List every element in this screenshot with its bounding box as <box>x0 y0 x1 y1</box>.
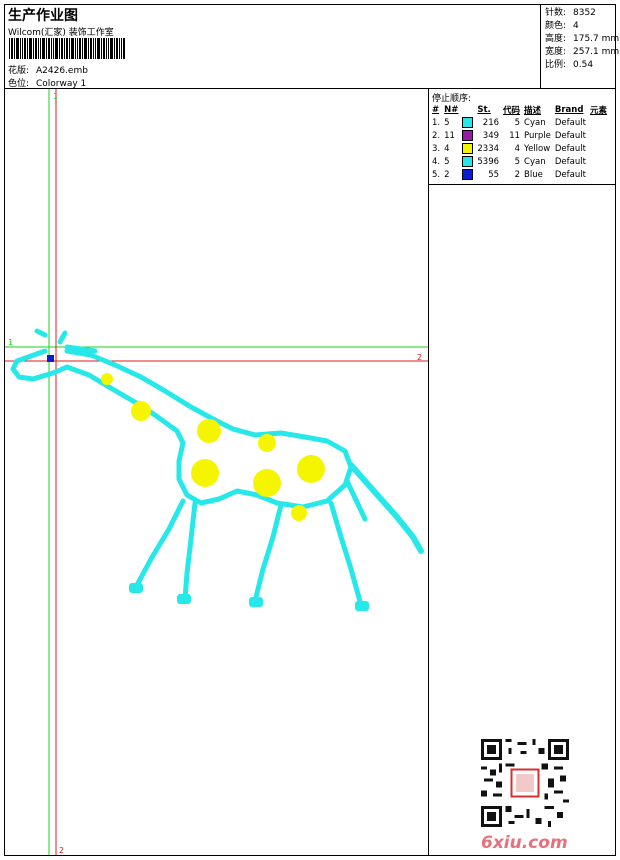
thread-brand: Default <box>554 169 586 180</box>
design-file-value: A2426.emb <box>36 66 88 76</box>
guide-label-v2: 2 <box>59 846 64 855</box>
needle-number: 4 <box>444 143 450 154</box>
meta-label: 颜色: <box>545 21 567 31</box>
start-point-marker <box>47 355 54 362</box>
element <box>588 142 609 155</box>
stitch-count: 216 <box>482 117 500 128</box>
meta-value: 4 <box>573 21 579 31</box>
row-index: 3. <box>432 143 441 154</box>
needle-number: 2 <box>444 169 450 180</box>
table-row: 2. 11 349 11 Purple Default <box>430 129 609 142</box>
giraffe-hooves <box>129 583 369 611</box>
table-row: 4. 5 5396 5 Cyan Default <box>430 155 609 168</box>
stitch-count: 5396 <box>477 156 500 167</box>
column-header: N# <box>444 104 459 115</box>
thread-brand: Default <box>554 130 586 141</box>
meta-stitches: 针数: 8352 <box>545 7 596 20</box>
meta-colors: 颜色: 4 <box>545 20 579 33</box>
table-row: 3. 4 2334 4 Yellow Default <box>430 142 609 155</box>
row-index: 2. <box>432 130 441 141</box>
guide-label-h2: 2 <box>417 353 422 362</box>
color-swatch <box>460 129 475 142</box>
meta-label: 宽度: <box>545 47 567 57</box>
colorway-row: 色位: Colorway 1 <box>8 76 86 89</box>
stop-sequence-table: # N# St. 代码 描述 Brand 元素 1. 5 216 5 Cyan Defau… <box>430 103 609 181</box>
color-swatch <box>460 168 475 181</box>
thread-color-swatch <box>462 169 474 180</box>
element <box>588 116 609 129</box>
thread-brand: Default <box>554 156 586 167</box>
column-header: Brand <box>554 104 584 115</box>
column-header: # <box>432 104 440 115</box>
thread-color-swatch <box>462 117 474 128</box>
stop-sequence-panel: 停止顺序: # N# St. 代码 描述 Brand 元素 1. 5 216 5 Cya… <box>429 89 615 185</box>
element <box>588 155 609 168</box>
barcode <box>9 38 125 59</box>
meta-scale: 比例: 0.54 <box>545 59 593 72</box>
element <box>588 129 609 142</box>
meta-value: 0.54 <box>573 60 594 70</box>
color-swatch <box>460 116 475 129</box>
guide-label-v1: 1 <box>53 92 58 101</box>
meta-value: 175.7 mm <box>573 34 620 44</box>
table-row: 5. 2 55 2 Blue Default <box>430 168 609 181</box>
giraffe-embroidery-preview: 1 2 1 2 <box>5 89 428 855</box>
column-header: St. <box>477 104 491 115</box>
guide-label-h1: 1 <box>8 338 13 347</box>
thread-color-swatch <box>462 156 474 167</box>
meta-value: 257.1 mm <box>573 47 620 57</box>
thread-description: Cyan <box>524 117 546 128</box>
meta-height: 高度: 175.7 mm <box>545 33 619 46</box>
thread-code: 11 <box>509 130 521 141</box>
color-swatch <box>460 155 475 168</box>
design-file-label: 花版: <box>8 66 30 76</box>
column-header <box>460 103 475 116</box>
thread-description: Blue <box>524 169 543 180</box>
thread-brand: Default <box>554 143 586 154</box>
colorway-value: Colorway 1 <box>36 79 87 89</box>
element <box>588 168 609 181</box>
watermark-text: 6xiu.com <box>481 833 568 853</box>
production-worksheet: 生产作业图 Wilcom(汇家) 装饰工作室 花版: A2426.emb 色位:… <box>4 4 619 856</box>
meta-value: 8352 <box>573 8 596 18</box>
column-header: 元素 <box>589 105 607 116</box>
thread-brand: Default <box>554 117 586 128</box>
meta-label: 针数: <box>545 8 567 18</box>
row-index: 4. <box>432 156 441 167</box>
header-info: 生产作业图 Wilcom(汇家) 装饰工作室 花版: A2426.emb 色位:… <box>5 5 541 89</box>
column-header: 代码 <box>503 105 521 116</box>
thread-description: Purple <box>524 130 551 141</box>
needle-number: 5 <box>444 156 450 167</box>
thread-code: 5 <box>514 156 521 167</box>
design-file-row: 花版: A2426.emb <box>8 63 88 76</box>
row-index: 5. <box>432 169 441 180</box>
qr-code <box>481 739 569 827</box>
thread-code: 4 <box>514 143 521 154</box>
column-header: 描述 <box>524 105 542 116</box>
needle-number: 5 <box>444 117 450 128</box>
design-canvas[interactable]: 1 2 1 2 <box>5 89 429 855</box>
page-title: 生产作业图 <box>8 8 78 24</box>
table-row: 1. 5 216 5 Cyan Default <box>430 116 609 129</box>
thread-description: Yellow <box>524 143 551 154</box>
meta-label: 高度: <box>545 34 567 44</box>
table-header-row: # N# St. 代码 描述 Brand 元素 <box>430 103 609 116</box>
needle-number: 11 <box>444 130 455 141</box>
thread-description: Cyan <box>524 156 546 167</box>
meta-width: 宽度: 257.1 mm <box>545 46 619 59</box>
thread-color-swatch <box>462 143 474 154</box>
thread-color-swatch <box>462 130 474 141</box>
thread-code: 2 <box>514 169 521 180</box>
colorway-label: 色位: <box>8 79 30 89</box>
studio-name: Wilcom(汇家) 装饰工作室 <box>8 28 114 38</box>
stitch-count: 349 <box>482 130 500 141</box>
color-swatch <box>460 142 475 155</box>
stitch-count: 55 <box>488 169 500 180</box>
meta-label: 比例: <box>545 60 567 70</box>
row-index: 1. <box>432 117 441 128</box>
thread-code: 5 <box>514 117 521 128</box>
stitch-count: 2334 <box>477 143 500 154</box>
design-metrics: 针数: 8352 颜色: 4 高度: 175.7 mm 宽度: 257.1 mm 比例:… <box>541 5 619 89</box>
